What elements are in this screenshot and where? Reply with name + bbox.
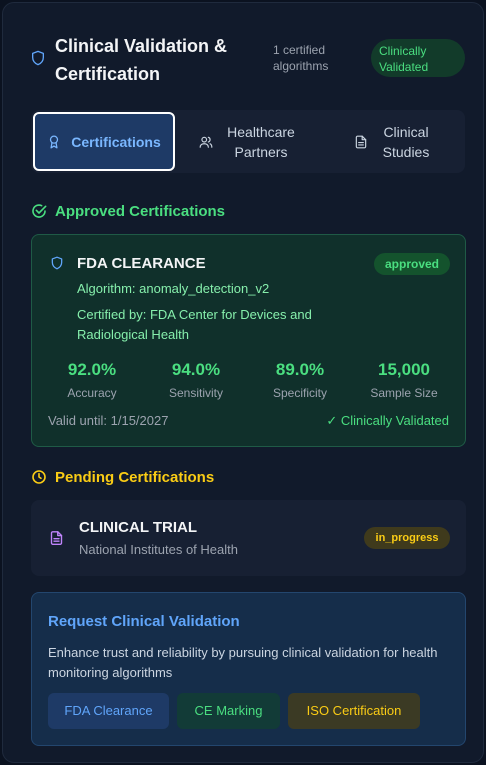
metric-label: Specificity xyxy=(272,386,328,400)
metric-value: 92.0% xyxy=(67,360,117,379)
tab-bar: Certifications Healthcare Partners Clini… xyxy=(31,110,465,173)
tab-healthcare-partners[interactable]: Healthcare Partners xyxy=(179,110,319,173)
metric-label: Accuracy xyxy=(67,386,117,400)
certification-title: CLINICAL TRIAL xyxy=(79,519,198,536)
metric-label: Sensitivity xyxy=(168,386,224,400)
tab-label: Certifications xyxy=(71,133,161,150)
certification-title: FDA CLEARANCE xyxy=(77,255,206,272)
document-icon xyxy=(50,531,63,545)
tab-clinical-studies[interactable]: Clinical Studies xyxy=(325,110,463,173)
status-badge: Clinically Validated xyxy=(371,39,465,77)
metric-specificity: 89.0% Specificity xyxy=(250,359,350,403)
metric-value: 94.0% xyxy=(171,360,221,379)
metric-label: Sample Size xyxy=(370,386,438,400)
metric-sensitivity: 94.0% Sensitivity xyxy=(146,359,246,403)
tab-certifications[interactable]: Certifications xyxy=(33,112,175,171)
status-badge: in_progress xyxy=(364,527,450,549)
valid-until: Valid until: 1/15/2027 xyxy=(48,413,169,428)
fda-clearance-button[interactable]: FDA Clearance xyxy=(48,693,169,729)
request-description: Enhance trust and reliability by pursuin… xyxy=(48,645,438,680)
clinical-validation-panel: Clinical Validation & Certification 1 ce… xyxy=(2,2,484,763)
iso-certification-button[interactable]: ISO Certification xyxy=(288,693,420,729)
organization-name: National Institutes of Health xyxy=(79,542,238,557)
ce-marking-button[interactable]: CE Marking xyxy=(177,693,280,729)
metric-value: 15,000 xyxy=(378,360,430,379)
section-title: Approved Certifications xyxy=(55,202,226,220)
certification-card: FDA CLEARANCE approved Algorithm: anomal… xyxy=(31,234,466,447)
metric-value: 89.0% xyxy=(275,360,325,379)
request-title: Request Clinical Validation xyxy=(48,613,240,630)
clinically-validated-label: ✓ Clinically Validated xyxy=(326,413,449,428)
section-title: Pending Certifications xyxy=(55,468,215,486)
page-title: Clinical Validation & Certification xyxy=(55,36,228,84)
certifying-body: Certified by: FDA Center for Devices and… xyxy=(77,307,312,342)
tab-label: Healthcare Partners xyxy=(227,123,295,160)
pending-certification-card: CLINICAL TRIAL National Institutes of He… xyxy=(31,500,466,576)
document-icon xyxy=(355,135,367,148)
algorithm-name: Algorithm: anomaly_detection_v2 xyxy=(77,281,270,296)
pending-section-heading: Pending Certifications xyxy=(31,466,214,488)
metric-accuracy: 92.0% Accuracy xyxy=(42,359,142,403)
metric-sample-size: 15,000 Sample Size xyxy=(354,359,454,403)
approved-section-heading: Approved Certifications xyxy=(31,200,225,222)
status-badge: approved xyxy=(374,253,450,275)
check-circle-icon xyxy=(32,204,47,218)
request-validation-card: Request Clinical Validation Enhance trus… xyxy=(31,592,466,746)
shield-icon xyxy=(51,256,63,270)
tab-label: Clinical Studies xyxy=(382,123,430,160)
clock-icon xyxy=(32,470,46,484)
award-icon xyxy=(50,135,59,148)
certified-count: 1 certified algorithms xyxy=(273,43,329,73)
shield-icon xyxy=(31,50,44,66)
users-icon xyxy=(199,136,213,148)
